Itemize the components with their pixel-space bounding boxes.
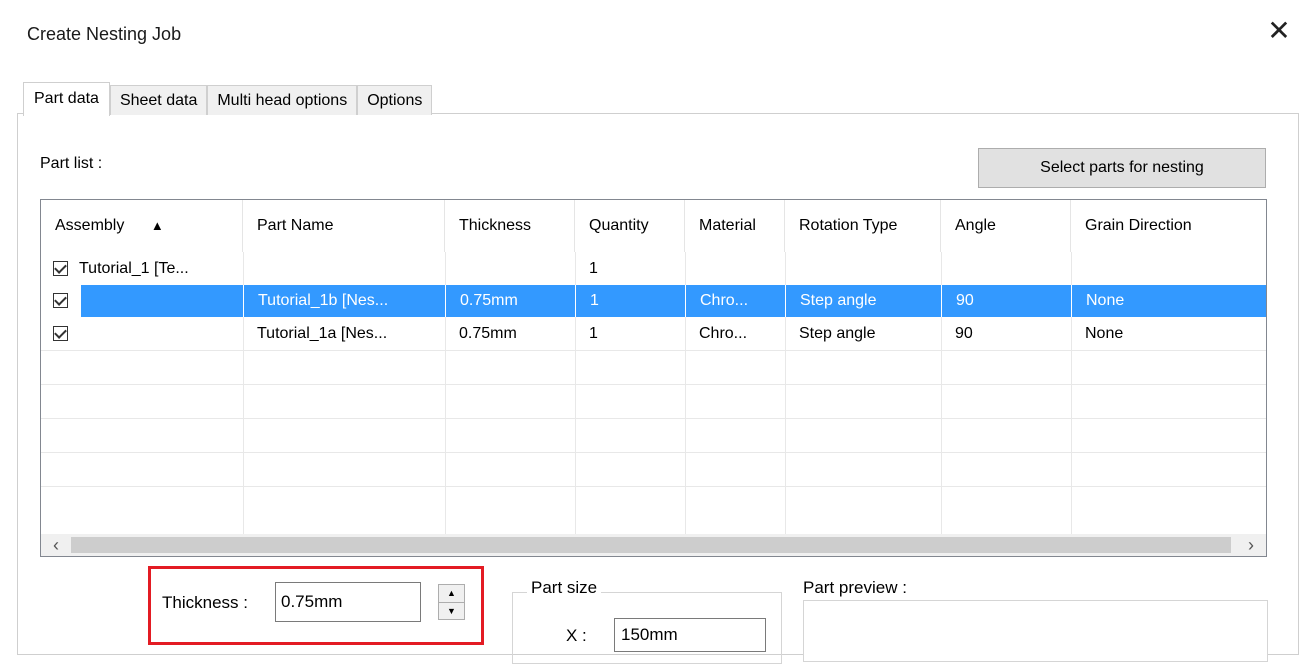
close-icon[interactable]: ✕ (1262, 14, 1296, 48)
cell-part-name: Tutorial_1a [Nes... (257, 325, 388, 342)
select-parts-button[interactable]: Select parts for nesting (978, 148, 1266, 188)
cell-grain-direction: None (1071, 285, 1266, 317)
spin-down-icon[interactable]: ▼ (439, 603, 464, 620)
grid-line (41, 384, 1266, 385)
window-title: Create Nesting Job (27, 24, 182, 44)
thickness-spinner[interactable]: ▲ ▼ (438, 584, 465, 620)
horizontal-scrollbar[interactable]: ‹ › (41, 534, 1266, 556)
grid-line (41, 452, 1266, 453)
cell-assembly (81, 285, 243, 317)
cell-angle: 90 (941, 285, 1071, 317)
scroll-left-icon[interactable]: ‹ (41, 534, 71, 556)
column-quantity[interactable]: Quantity (575, 200, 685, 252)
thickness-input[interactable]: 0.75mm (275, 582, 421, 622)
cell-material (685, 253, 785, 285)
cell-material: Chro... (699, 325, 748, 342)
cell-quantity: 1 (589, 260, 598, 277)
cell-angle (941, 253, 1071, 285)
table-row[interactable]: Tutorial_1a [Nes... 0.75mm 1 Chro... Ste… (41, 318, 1266, 350)
column-assembly[interactable]: Assembly ▲ (41, 200, 243, 252)
tab-sheet-data[interactable]: Sheet data (109, 85, 208, 115)
part-preview-label: Part preview : (803, 578, 907, 597)
cell-rotation-type (785, 253, 941, 285)
cell-rotation-type: Step angle (799, 325, 876, 342)
tab-bar: Part data Sheet data Multi head options … (23, 82, 433, 116)
thickness-label: Thickness : (162, 593, 248, 612)
spin-up-icon[interactable]: ▲ (439, 585, 464, 603)
cell-quantity: 1 (589, 325, 598, 342)
column-angle[interactable]: Angle (941, 200, 1071, 252)
tab-part-data[interactable]: Part data (23, 82, 110, 116)
part-list-label: Part list : (40, 155, 103, 172)
part-preview-box (803, 600, 1268, 662)
part-size-title: Part size (527, 578, 602, 598)
cell-angle: 90 (955, 325, 973, 342)
tab-multi-head-options[interactable]: Multi head options (207, 85, 358, 115)
cell-material: Chro... (685, 285, 785, 317)
scrollbar-thumb[interactable] (71, 537, 1231, 553)
grid-line (41, 350, 1266, 351)
column-part-name[interactable]: Part Name (243, 200, 445, 252)
cell-grain-direction: None (1085, 325, 1124, 342)
grid-line (41, 486, 1266, 487)
column-rotation-type[interactable]: Rotation Type (785, 200, 941, 252)
column-grain-direction[interactable]: Grain Direction (1071, 200, 1266, 252)
part-size-x-label: X : (566, 626, 587, 645)
grid-line (41, 418, 1266, 419)
table-row-selected[interactable]: Tutorial_1b [Nes... 0.75mm 1 Chro... Ste… (41, 285, 1266, 317)
cell-thickness: 0.75mm (445, 285, 575, 317)
cell-assembly: Tutorial_1 [Te... (79, 260, 189, 277)
parts-table[interactable]: Assembly ▲ Part Name Thickness Quantity … (40, 199, 1267, 557)
scroll-right-icon[interactable]: › (1236, 534, 1266, 556)
row-checkbox[interactable] (53, 293, 68, 308)
tab-options[interactable]: Options (357, 85, 433, 115)
sort-ascending-icon: ▲ (150, 218, 164, 233)
row-checkbox[interactable] (53, 261, 68, 276)
cell-part-name: Tutorial_1b [Nes... (243, 285, 445, 317)
cell-thickness: 0.75mm (459, 325, 517, 342)
column-material[interactable]: Material (685, 200, 785, 252)
row-checkbox[interactable] (53, 326, 68, 341)
cell-thickness (445, 253, 575, 285)
column-label: Assembly (55, 217, 125, 234)
cell-rotation-type: Step angle (785, 285, 941, 317)
table-row[interactable]: Tutorial_1 [Te... 1 (41, 253, 1266, 285)
part-size-x-input[interactable]: 150mm (614, 618, 766, 652)
cell-grain-direction (1071, 253, 1266, 285)
cell-assembly (81, 318, 243, 350)
cell-quantity: 1 (575, 285, 685, 317)
cell-part-name (243, 253, 445, 285)
table-header: Assembly ▲ Part Name Thickness Quantity … (41, 200, 1266, 252)
column-thickness[interactable]: Thickness (445, 200, 575, 252)
